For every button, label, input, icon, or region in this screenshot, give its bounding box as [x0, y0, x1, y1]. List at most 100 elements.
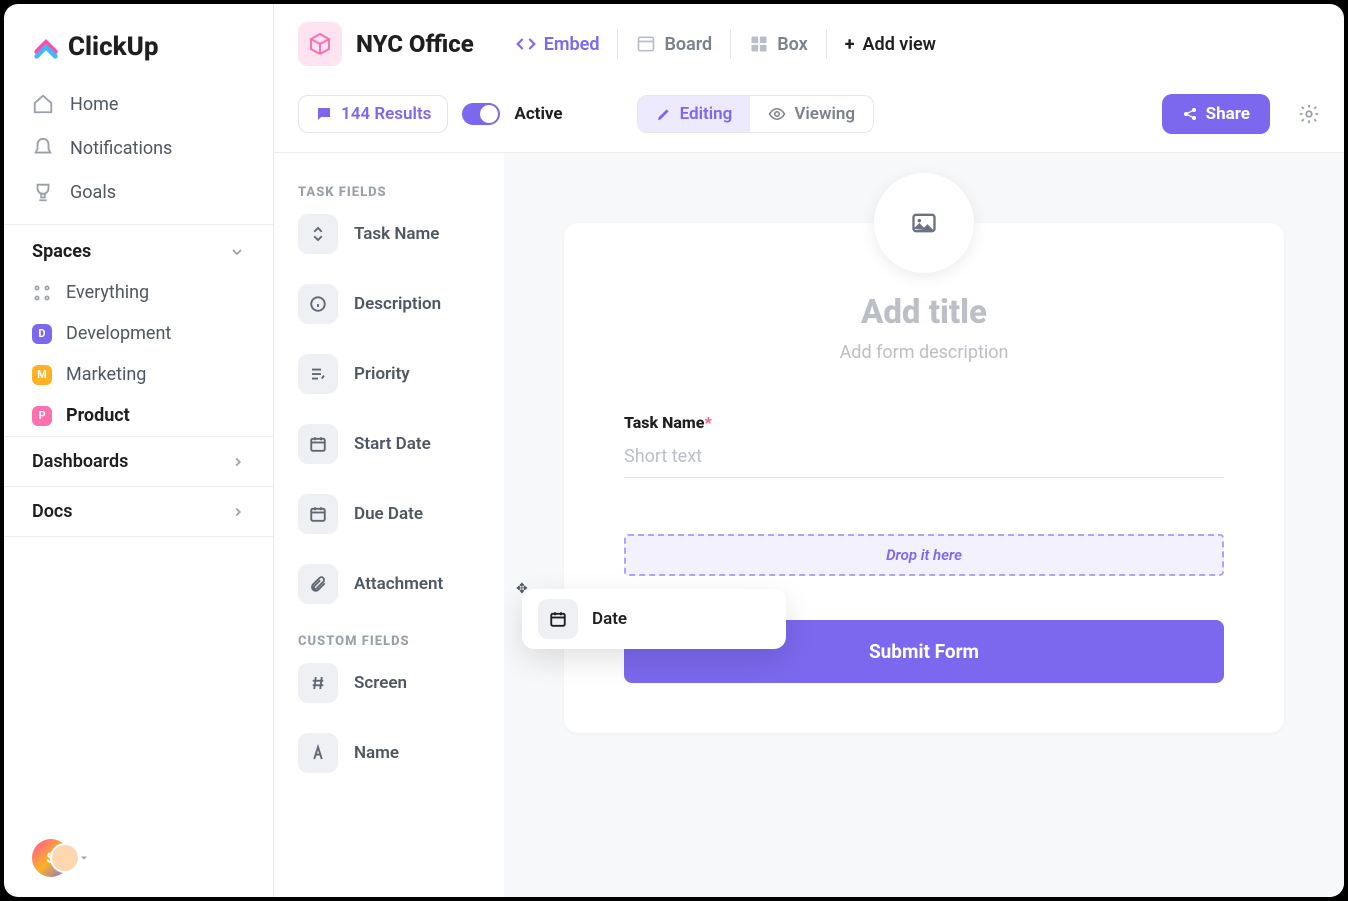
- type-icon: [298, 733, 338, 773]
- sidebar-space-marketing[interactable]: M Marketing: [4, 354, 273, 395]
- tab-label: Board: [664, 34, 712, 55]
- form-card: Add title Add form description Task Name…: [564, 223, 1284, 733]
- field-label: Screen: [354, 673, 407, 693]
- chat-icon: [315, 105, 333, 123]
- tab-embed[interactable]: Embed: [498, 29, 618, 59]
- spaces-header[interactable]: Spaces: [4, 224, 273, 272]
- sidebar: ClickUp Home Notifications Goals Spaces …: [4, 4, 274, 897]
- trophy-icon: [32, 181, 54, 203]
- topbar: NYC Office Embed Board Box + Add view: [274, 4, 1344, 84]
- form-title-input[interactable]: Add title: [624, 293, 1224, 332]
- code-icon: [516, 34, 536, 54]
- drop-zone[interactable]: Drop it here: [624, 534, 1224, 576]
- gear-icon[interactable]: [1298, 103, 1320, 125]
- hash-icon: [298, 663, 338, 703]
- dragging-label: Date: [592, 609, 627, 629]
- main-area: NYC Office Embed Board Box + Add view 14…: [274, 4, 1344, 897]
- mode-label: Editing: [680, 104, 733, 124]
- form-field-hint[interactable]: Short text: [624, 446, 1224, 478]
- box-icon: [749, 34, 769, 54]
- sidebar-space-product[interactable]: P Product: [4, 395, 273, 436]
- field-label: Attachment: [354, 574, 443, 594]
- toolbar: 144 Results Active Editing Viewing Share: [274, 84, 1344, 153]
- pencil-icon: [656, 106, 672, 122]
- bell-icon: [32, 137, 54, 159]
- nav-label: Goals: [70, 182, 116, 203]
- tab-box[interactable]: Box: [730, 29, 826, 59]
- user-menu[interactable]: S: [4, 819, 273, 897]
- calendar-icon: [298, 494, 338, 534]
- info-icon: [298, 284, 338, 324]
- sidebar-docs[interactable]: Docs: [4, 486, 273, 537]
- chevron-right-icon: [231, 455, 245, 469]
- share-button[interactable]: Share: [1162, 94, 1270, 134]
- label-text: Task Name: [624, 413, 704, 432]
- field-name[interactable]: Name: [298, 733, 504, 773]
- space-badge: M: [32, 365, 52, 385]
- share-icon: [1182, 106, 1198, 122]
- collapse-label: Docs: [32, 501, 73, 522]
- field-priority[interactable]: Priority: [298, 354, 504, 394]
- collapse-label: Dashboards: [32, 451, 128, 472]
- space-label: Marketing: [66, 364, 146, 385]
- mode-viewing[interactable]: Viewing: [750, 96, 873, 132]
- space-label: Product: [66, 405, 130, 426]
- mode-editing[interactable]: Editing: [638, 96, 751, 132]
- field-label: Task Name: [354, 224, 439, 244]
- home-icon: [32, 93, 54, 115]
- section-label: Spaces: [32, 241, 91, 262]
- results-count: 144 Results: [341, 104, 431, 124]
- avatar: S: [32, 839, 70, 877]
- avatar-photo: [50, 843, 80, 873]
- priority-icon: [298, 354, 338, 394]
- active-toggle[interactable]: [462, 103, 500, 125]
- body: TASK FIELDS Task Name Description Priori…: [274, 153, 1344, 897]
- field-label: Start Date: [354, 434, 431, 454]
- grid-dots-icon: [32, 283, 52, 303]
- tab-label: Add view: [863, 34, 936, 55]
- plus-icon: +: [845, 34, 855, 55]
- field-description[interactable]: Description: [298, 284, 504, 324]
- field-label: Priority: [354, 364, 410, 384]
- chevron-right-icon: [231, 505, 245, 519]
- clickup-logo-icon: [32, 33, 60, 61]
- form-description-input[interactable]: Add form description: [624, 342, 1224, 363]
- form-image-placeholder[interactable]: [874, 173, 974, 273]
- mode-group: Editing Viewing: [637, 95, 874, 133]
- field-start-date[interactable]: Start Date: [298, 424, 504, 464]
- eye-icon: [768, 105, 786, 123]
- task-fields-header: TASK FIELDS: [298, 185, 504, 200]
- active-label: Active: [514, 104, 562, 124]
- tab-label: Embed: [544, 34, 600, 55]
- share-label: Share: [1206, 104, 1250, 124]
- board-icon: [636, 34, 656, 54]
- field-label: Name: [354, 743, 399, 763]
- field-screen[interactable]: Screen: [298, 663, 504, 703]
- updown-icon: [298, 214, 338, 254]
- tab-board[interactable]: Board: [617, 29, 730, 59]
- form-field-task-name[interactable]: Task Name* Short text: [624, 413, 1224, 478]
- tab-add-view[interactable]: + Add view: [826, 29, 954, 59]
- app-window: ClickUp Home Notifications Goals Spaces …: [4, 4, 1344, 897]
- field-attachment[interactable]: Attachment: [298, 564, 504, 604]
- sidebar-space-development[interactable]: D Development: [4, 313, 273, 354]
- results-pill[interactable]: 144 Results: [298, 95, 448, 133]
- tab-label: Box: [777, 34, 808, 55]
- sidebar-dashboards[interactable]: Dashboards: [4, 436, 273, 486]
- brand-logo[interactable]: ClickUp: [4, 4, 273, 82]
- brand-name: ClickUp: [68, 32, 159, 62]
- fields-column: TASK FIELDS Task Name Description Priori…: [274, 153, 504, 897]
- space-label: Development: [66, 323, 171, 344]
- field-due-date[interactable]: Due Date: [298, 494, 504, 534]
- nav-goals[interactable]: Goals: [4, 170, 273, 214]
- space-chip[interactable]: [298, 22, 342, 66]
- field-task-name[interactable]: Task Name: [298, 214, 504, 254]
- field-label: Description: [354, 294, 441, 314]
- nav-notifications[interactable]: Notifications: [4, 126, 273, 170]
- mode-label: Viewing: [794, 104, 855, 124]
- space-title: NYC Office: [356, 30, 474, 58]
- field-label: Due Date: [354, 504, 423, 524]
- sidebar-everything[interactable]: Everything: [4, 272, 273, 313]
- nav-home[interactable]: Home: [4, 82, 273, 126]
- dragging-field-chip[interactable]: Date: [522, 589, 786, 649]
